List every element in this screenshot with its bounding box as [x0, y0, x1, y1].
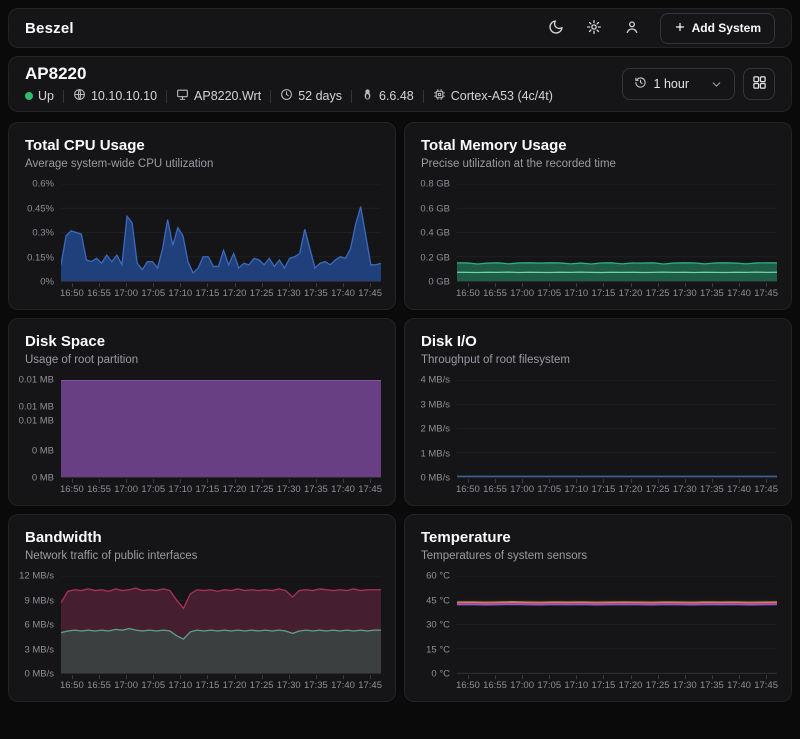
- divider: [166, 90, 167, 103]
- x-axis-labels: 16:5016:5517:0017:0517:1017:1517:2017:25…: [61, 283, 381, 300]
- divider: [270, 90, 271, 103]
- x-axis-labels: 16:5016:5517:0017:0517:1017:1517:2017:25…: [457, 283, 777, 300]
- y-axis-labels: 0.01 MB0.01 MB0.01 MB0 MB0 MB: [17, 380, 61, 478]
- add-system-label: Add System: [692, 21, 761, 35]
- system-cpu-model-label: Cortex-A53 (4c/4t): [451, 89, 553, 103]
- chart-subtitle: Average system-wide CPU utilization: [25, 158, 379, 170]
- chevron-down-icon: [710, 78, 723, 91]
- system-meta-row: Up 10.10.10.10 AP8220.Wrt 52 days 6.6.48: [25, 88, 553, 104]
- y-axis-labels: 4 MB/s3 MB/s2 MB/s1 MB/s0 MB/s: [413, 380, 457, 478]
- penguin-icon: [361, 88, 374, 104]
- y-axis-labels: 0.6%0.45%0.3%0.15%0%: [17, 184, 61, 282]
- y-axis-labels: 12 MB/s9 MB/s6 MB/s3 MB/s0 MB/s: [17, 576, 61, 674]
- system-name: AP8220: [25, 64, 553, 84]
- divider: [63, 90, 64, 103]
- y-axis-labels: 0.8 GB0.6 GB0.4 GB0.2 GB0 GB: [413, 184, 457, 282]
- y-axis-labels: 60 °C45 °C30 °C15 °C0 °C: [413, 576, 457, 674]
- time-range-value: 1 hour: [654, 77, 689, 91]
- globe-icon: [73, 88, 86, 104]
- cpu-plot: [61, 184, 381, 282]
- temperature-plot: [457, 576, 777, 674]
- status-badge: Up: [25, 89, 54, 103]
- top-nav-bar: Beszel Add System: [8, 8, 792, 48]
- system-hostname: AP8220.Wrt: [176, 88, 261, 104]
- chart-title: Disk Space: [25, 333, 379, 350]
- system-uptime: 52 days: [280, 88, 342, 104]
- chart-card-memory: Total Memory Usage Precise utilization a…: [404, 122, 792, 310]
- add-system-button[interactable]: Add System: [660, 13, 775, 44]
- system-uptime-label: 52 days: [298, 89, 342, 103]
- chart-card-cpu: Total CPU Usage Average system-wide CPU …: [8, 122, 396, 310]
- disk-io-chart: 4 MB/s3 MB/s2 MB/s1 MB/s0 MB/s 16:5016:5…: [405, 380, 791, 496]
- x-axis-labels: 16:5016:5517:0017:0517:1017:1517:2017:25…: [61, 479, 381, 496]
- system-ip: 10.10.10.10: [73, 88, 157, 104]
- system-ip-label: 10.10.10.10: [91, 89, 157, 103]
- x-axis-labels: 16:5016:5517:0017:0517:1017:1517:2017:25…: [457, 479, 777, 496]
- divider: [351, 90, 352, 103]
- chart-subtitle: Usage of root partition: [25, 354, 379, 366]
- system-kernel-label: 6.6.48: [379, 89, 414, 103]
- bandwidth-chart: 12 MB/s9 MB/s6 MB/s3 MB/s0 MB/s 16:5016:…: [9, 576, 395, 692]
- chart-card-bandwidth: Bandwidth Network traffic of public inte…: [8, 514, 396, 702]
- divider: [423, 90, 424, 103]
- chart-card-disk-io: Disk I/O Throughput of root filesystem 4…: [404, 318, 792, 506]
- chart-subtitle: Precise utilization at the recorded time: [421, 158, 775, 170]
- x-axis-labels: 16:5016:5517:0017:0517:1017:1517:2017:25…: [457, 675, 777, 692]
- chart-card-disk-space: Disk Space Usage of root partition 0.01 …: [8, 318, 396, 506]
- gear-icon: [586, 19, 602, 38]
- moon-icon: [548, 19, 564, 38]
- cpu-chart: 0.6%0.45%0.3%0.15%0% 16:5016:5517:0017:0…: [9, 184, 395, 300]
- temperature-chart: 60 °C45 °C30 °C15 °C0 °C 16:5016:5517:00…: [405, 576, 791, 692]
- chart-subtitle: Network traffic of public interfaces: [25, 550, 379, 562]
- system-hostname-label: AP8220.Wrt: [194, 89, 261, 103]
- system-header-controls: 1 hour: [622, 68, 775, 100]
- user-icon: [624, 19, 640, 38]
- system-cpu-model: Cortex-A53 (4c/4t): [433, 88, 553, 104]
- settings-button[interactable]: [584, 17, 604, 40]
- status-label: Up: [38, 89, 54, 103]
- system-info: AP8220 Up 10.10.10.10 AP8220.Wrt 52 days: [25, 64, 553, 104]
- disk-space-plot: [61, 380, 381, 478]
- time-range-select[interactable]: 1 hour: [622, 68, 735, 100]
- system-header-card: AP8220 Up 10.10.10.10 AP8220.Wrt 52 days: [8, 56, 792, 112]
- topbar-actions: Add System: [546, 13, 775, 44]
- system-kernel: 6.6.48: [361, 88, 414, 104]
- plus-icon: [674, 21, 686, 36]
- clock-icon: [280, 88, 293, 104]
- bandwidth-plot: [61, 576, 381, 674]
- memory-plot: [457, 184, 777, 282]
- charts-grid: Total CPU Usage Average system-wide CPU …: [8, 122, 792, 702]
- chart-title: Total Memory Usage: [421, 137, 775, 154]
- chart-title: Bandwidth: [25, 529, 379, 546]
- chart-card-temperature: Temperature Temperatures of system senso…: [404, 514, 792, 702]
- layout-grid-button[interactable]: [743, 68, 775, 100]
- chart-title: Total CPU Usage: [25, 137, 379, 154]
- user-menu-button[interactable]: [622, 17, 642, 40]
- memory-chart: 0.8 GB0.6 GB0.4 GB0.2 GB0 GB 16:5016:551…: [405, 184, 791, 300]
- monitor-icon: [176, 88, 189, 104]
- layout-grid-icon: [752, 75, 767, 93]
- disk-space-chart: 0.01 MB0.01 MB0.01 MB0 MB0 MB 16:5016:55…: [9, 380, 395, 496]
- chart-title: Temperature: [421, 529, 775, 546]
- brand-logo: Beszel: [25, 20, 74, 37]
- chart-title: Disk I/O: [421, 333, 775, 350]
- disk-io-plot: [457, 380, 777, 478]
- chart-subtitle: Temperatures of system sensors: [421, 550, 775, 562]
- dark-mode-toggle[interactable]: [546, 17, 566, 40]
- cpu-chip-icon: [433, 88, 446, 104]
- status-dot: [25, 92, 33, 100]
- chart-subtitle: Throughput of root filesystem: [421, 354, 775, 366]
- x-axis-labels: 16:5016:5517:0017:0517:1017:1517:2017:25…: [61, 675, 381, 692]
- history-clock-icon: [634, 76, 647, 92]
